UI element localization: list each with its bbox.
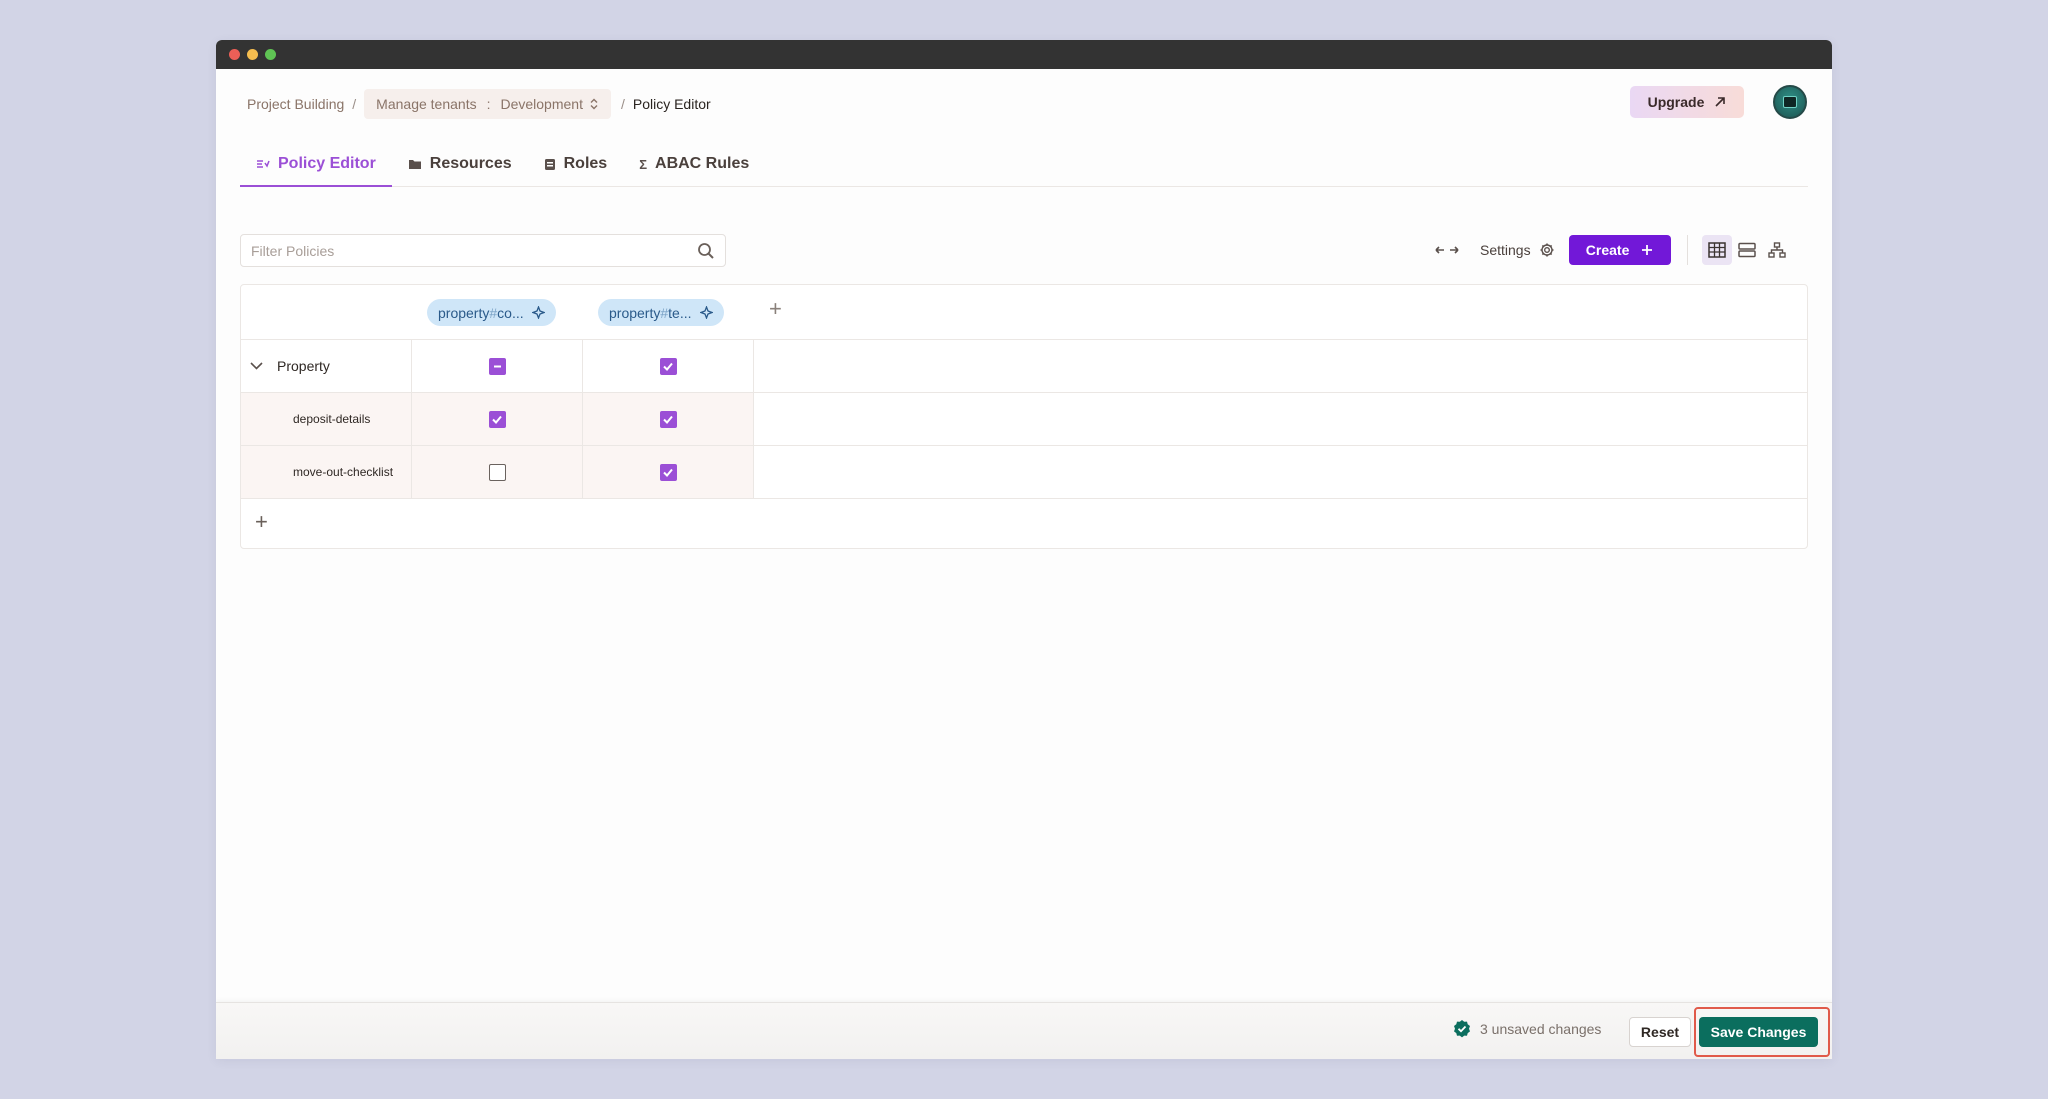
resource-name: move-out-checklist (293, 465, 394, 479)
app-content: Project Building / Manage tenants : Deve… (216, 69, 1832, 1059)
check-badge-icon (1454, 1020, 1470, 1038)
grid-header: property#co... property#te... + (241, 285, 1807, 340)
column-chip[interactable]: property#te... (598, 299, 724, 326)
plus-icon (1642, 245, 1653, 255)
environment-select[interactable]: Manage tenants : Development (364, 89, 611, 119)
column-chip[interactable]: property#co... (427, 299, 556, 326)
breadcrumb-separator: / (352, 96, 357, 112)
minimize-window-dot[interactable] (247, 49, 258, 60)
chevron-up-down-icon (590, 98, 598, 110)
permission-checkbox-checked[interactable] (659, 463, 677, 481)
gear-icon (1540, 243, 1554, 257)
permission-checkbox-unchecked[interactable] (488, 463, 506, 481)
toolbar-divider (1686, 235, 1688, 265)
filter-policies-field[interactable] (240, 234, 726, 267)
tab-policy-editor[interactable]: Policy Editor (240, 142, 392, 187)
list-view-button[interactable] (1732, 235, 1762, 265)
permission-cell (412, 393, 583, 445)
table-view-button[interactable] (1701, 235, 1732, 265)
table-view-icon (1707, 242, 1726, 258)
arrow-up-right-icon (1715, 97, 1726, 107)
permission-checkbox-checked[interactable] (659, 410, 677, 428)
row-name-cell: deposit-details (241, 393, 412, 445)
tab-resources[interactable]: Resources (392, 142, 528, 186)
breadcrumb-project[interactable]: Project Building (247, 96, 344, 112)
column-chip-label: property#co... (438, 304, 524, 321)
permission-cell (583, 446, 754, 498)
breadcrumb: Project Building / Manage tenants : Deve… (247, 89, 711, 119)
sparkle-icon (699, 306, 713, 319)
terminal-avatar-icon (1783, 96, 1797, 108)
breadcrumb-separator: / (620, 96, 625, 112)
folder-icon (408, 160, 421, 169)
resource-parent-row: Property (241, 340, 1807, 393)
settings-button[interactable]: Settings (1480, 242, 1555, 258)
settings-label: Settings (1480, 242, 1531, 258)
filter-policies-input[interactable] (251, 242, 697, 259)
policy-grid: property#co... property#te... + Property (240, 284, 1808, 549)
tab-label: Roles (563, 155, 608, 172)
resource-name: Property (277, 358, 330, 374)
toolbar-actions: Settings Create (1434, 234, 1792, 266)
sparkle-icon (531, 306, 545, 319)
row-name-cell: move-out-checklist (241, 446, 412, 498)
user-avatar[interactable] (1773, 85, 1807, 119)
add-column-icon[interactable]: + (769, 296, 782, 322)
maximize-window-dot[interactable] (265, 49, 276, 60)
row-name-cell: Property (241, 340, 412, 392)
permission-checkbox-indeterminate[interactable] (488, 357, 506, 375)
tab-label: Policy Editor (278, 155, 376, 172)
breadcrumb-current: Policy Editor (632, 96, 711, 112)
upgrade-label: Upgrade (1647, 94, 1705, 110)
unsaved-status: 3 unsaved changes (1452, 1019, 1601, 1039)
permission-checkbox-checked[interactable] (659, 357, 677, 375)
permission-checkbox-checked[interactable] (488, 410, 506, 428)
policy-editor-icon (257, 160, 270, 168)
permission-cell (412, 446, 583, 498)
chevron-down-icon[interactable] (250, 362, 263, 370)
tab-label: ABAC Rules (655, 155, 750, 172)
save-footer: 3 unsaved changes Reset Save Changes (216, 1002, 1832, 1059)
reset-button[interactable]: Reset (1629, 1017, 1691, 1047)
list-view-icon (1737, 242, 1756, 258)
roles-icon (544, 158, 555, 170)
tenant-label: Manage tenants (376, 96, 477, 112)
tab-label: Resources (429, 155, 512, 172)
tab-abac-rules[interactable]: Σ ABAC Rules (623, 142, 765, 186)
tenant-colon: : (486, 96, 491, 112)
environment-value: Development (500, 96, 583, 112)
unsaved-changes-text: 3 unsaved changes (1480, 1021, 1602, 1037)
resource-child-row: deposit-details (241, 393, 1807, 446)
permission-cell (412, 340, 583, 392)
tab-bar: Policy Editor Resources Roles Σ ABAC Rul… (240, 143, 1808, 187)
create-button[interactable]: Create (1568, 235, 1671, 265)
column-chip-label: property#te... (609, 304, 692, 321)
search-icon[interactable] (697, 242, 715, 260)
add-resource-icon[interactable]: + (255, 509, 268, 535)
resource-name: deposit-details (293, 412, 371, 426)
permission-cell (583, 340, 754, 392)
save-changes-button[interactable]: Save Changes (1699, 1017, 1818, 1047)
window-titlebar (216, 40, 1832, 69)
create-label: Create (1585, 242, 1630, 258)
upgrade-button[interactable]: Upgrade (1630, 86, 1744, 118)
tab-roles[interactable]: Roles (528, 142, 624, 186)
permission-cell (583, 393, 754, 445)
sigma-icon: Σ (639, 156, 648, 172)
hierarchy-view-button[interactable] (1762, 235, 1792, 265)
expand-horizontal-icon[interactable] (1434, 244, 1460, 256)
hierarchy-view-icon (1767, 242, 1786, 258)
resource-child-row: move-out-checklist (241, 446, 1807, 499)
app-window: Project Building / Manage tenants : Deve… (216, 40, 1832, 1059)
close-window-dot[interactable] (229, 49, 240, 60)
